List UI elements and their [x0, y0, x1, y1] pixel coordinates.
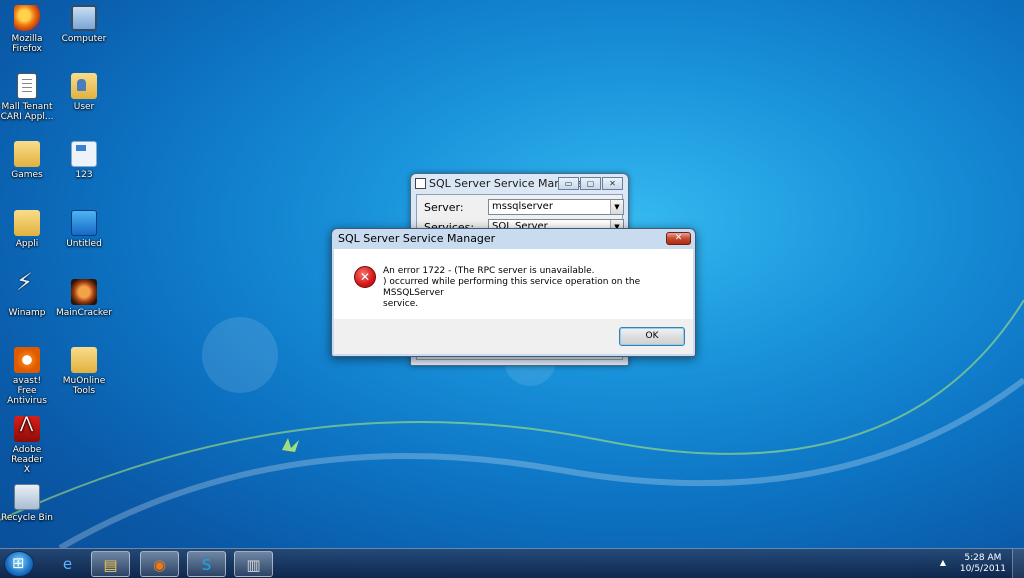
- folder-icon: [71, 347, 97, 373]
- ok-button[interactable]: OK: [619, 327, 685, 346]
- desktop-icon-label: Recycle Bin: [1, 513, 53, 523]
- error-message-line: An error 1722 - (The RPC server is unava…: [383, 266, 595, 276]
- dialog-content: ✕ An error 1722 - (The RPC server is una…: [334, 249, 693, 319]
- server-row: Server: mssqlserver ▼: [421, 199, 624, 215]
- taskbar-skype[interactable]: S: [187, 551, 226, 577]
- user-folder-icon: [71, 73, 97, 99]
- maximize-button[interactable]: ▢: [580, 177, 601, 190]
- error-icon: ✕: [354, 266, 376, 288]
- taskbar: e ▤ ◉ S ▥ ▲ 5:28 AM 10/5/2011: [0, 548, 1024, 578]
- dialog-title: SQL Server Service Manager: [338, 232, 496, 245]
- desktop-icon-label: Games: [11, 170, 43, 180]
- service-manager-icon: ▥: [246, 556, 261, 574]
- desktop-icon-computer[interactable]: Computer: [54, 5, 114, 44]
- error-dialog[interactable]: SQL Server Service Manager ✕ ✕ An error …: [331, 228, 696, 357]
- chevron-down-icon[interactable]: ▼: [610, 200, 623, 214]
- show-desktop-button[interactable]: [1012, 549, 1024, 578]
- app-icon: [415, 178, 426, 189]
- desktop-icon-label: 123: [75, 170, 93, 180]
- desktop-icon-label: Adobe Reader X: [11, 445, 43, 475]
- desktop-icon-appli[interactable]: Appli: [0, 210, 57, 249]
- desktop-icon-winamp[interactable]: Winamp: [0, 277, 57, 318]
- desktop-icon-adobe-reader[interactable]: Adobe Reader X: [0, 416, 57, 475]
- document-icon: [17, 73, 37, 99]
- firefox-icon: ◉: [152, 556, 167, 574]
- desktop-icon-123[interactable]: 123: [54, 141, 114, 180]
- computer-icon: [71, 5, 97, 31]
- internet-explorer-icon: e: [62, 555, 73, 573]
- dialog-titlebar[interactable]: SQL Server Service Manager ✕: [332, 229, 695, 249]
- desktop-icon-recycle-bin[interactable]: Recycle Bin: [0, 484, 57, 523]
- start-button[interactable]: [4, 551, 34, 577]
- desktop-icon-maincracker[interactable]: MainCracker: [54, 279, 114, 318]
- close-button[interactable]: ✕: [602, 177, 623, 190]
- error-message-line: service.: [383, 299, 419, 309]
- dialog-footer: OK: [334, 319, 693, 354]
- error-message-line: ) occurred while performing this service…: [383, 277, 641, 298]
- desktop-icon-mall-tenant[interactable]: Mall Tenant CARI Appl...: [0, 73, 57, 122]
- tray-expand-icon[interactable]: ▲: [940, 558, 946, 567]
- desktop-icon-label: Untitled: [66, 239, 102, 249]
- firefox-icon: [14, 5, 40, 31]
- desktop-icon-label: Mozilla Firefox: [11, 34, 43, 54]
- clock-time: 5:28 AM: [964, 553, 1002, 563]
- system-clock[interactable]: 5:28 AM 10/5/2011: [960, 553, 1006, 575]
- desktop-icon-label: Appli: [15, 239, 39, 249]
- adobe-reader-icon: [14, 416, 40, 442]
- taskbar-firefox[interactable]: ◉: [140, 551, 179, 577]
- desktop-icon-untitled[interactable]: Untitled: [54, 210, 114, 249]
- skype-icon: S: [201, 556, 212, 574]
- desktop-icon-muonline-tools[interactable]: MuOnline Tools: [54, 347, 114, 396]
- server-label: Server:: [424, 201, 464, 214]
- dialog-close-button[interactable]: ✕: [666, 232, 691, 245]
- desktop-icon-label: Computer: [61, 34, 107, 44]
- desktop-icon-label: Mall Tenant CARI Appl...: [0, 102, 54, 122]
- maincracker-icon: [71, 279, 97, 305]
- avast-icon: [14, 347, 40, 373]
- card-icon: [71, 141, 97, 167]
- taskbar-internet-explorer[interactable]: e: [48, 551, 87, 577]
- desktop-icon-label: MuOnline Tools: [62, 376, 106, 396]
- desktop-icon-label: Winamp: [8, 308, 46, 318]
- recycle-bin-icon: [14, 484, 40, 510]
- desktop-icon-label: avast! Free Antivirus: [7, 376, 47, 406]
- image-icon: [71, 210, 97, 236]
- minimize-button[interactable]: ▭: [558, 177, 579, 190]
- server-combobox[interactable]: mssqlserver ▼: [488, 199, 624, 215]
- desktop-icon-user[interactable]: User: [54, 73, 114, 112]
- window-titlebar[interactable]: SQL Server Service Manager ▭ ▢ ✕: [411, 174, 628, 194]
- folder-icon: [14, 210, 40, 236]
- taskbar-sql-service-manager[interactable]: ▥: [234, 551, 273, 577]
- desktop-icon-firefox[interactable]: Mozilla Firefox: [0, 5, 57, 54]
- desktop-icon-label: User: [73, 102, 95, 112]
- folder-icon: [14, 141, 40, 167]
- desktop-icon-avast[interactable]: avast! Free Antivirus: [0, 347, 57, 406]
- desktop-icon-games[interactable]: Games: [0, 141, 57, 180]
- desktop-icon-label: MainCracker: [55, 308, 113, 318]
- folder-icon: ▤: [103, 556, 118, 574]
- clock-date: 10/5/2011: [959, 564, 1006, 574]
- taskbar-windows-explorer[interactable]: ▤: [91, 551, 130, 577]
- error-message: An error 1722 - (The RPC server is unava…: [383, 266, 683, 310]
- winamp-icon: [14, 277, 40, 305]
- server-value: mssqlserver: [492, 201, 553, 212]
